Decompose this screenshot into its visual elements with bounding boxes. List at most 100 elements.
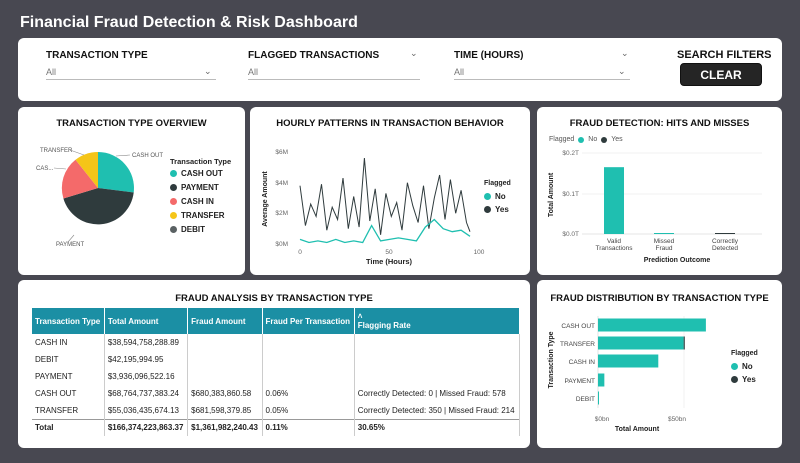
line-chart: $6M $4M $2M $0M 0 50 100 Time (Hours) Av… <box>262 149 485 266</box>
legend-item-transfer[interactable]: TRANSFER <box>170 211 225 220</box>
legend-label: CASH OUT <box>181 169 223 178</box>
pie-label-payment: PAYMENT <box>56 242 84 248</box>
table-row[interactable]: CASH IN $38,594,758,288.89 <box>32 334 521 351</box>
column-header[interactable]: Transaction Type <box>32 308 105 334</box>
column-header-sorted[interactable]: ˄ Flagging Rate <box>354 308 521 334</box>
table-row[interactable]: PAYMENT $3,936,096,522.16 <box>32 368 521 385</box>
column-header-label: Flagging Rate <box>357 321 411 330</box>
bar-missed-fraud-no[interactable] <box>654 233 674 234</box>
legend-dot <box>170 226 177 233</box>
y-tick: CASH OUT <box>561 323 595 330</box>
dist-legend-title: Flagged <box>731 350 758 357</box>
chevron-down-icon[interactable]: ⌄ <box>621 48 629 59</box>
table-cell: Total <box>32 418 105 436</box>
legend-label: Yes <box>495 205 509 214</box>
pie-label-cash-out: CASH OUT <box>132 153 163 159</box>
table-row[interactable]: TRANSFER $55,036,435,674.13 $681,598,379.8… <box>32 402 521 419</box>
y-tick: $0.1T <box>562 191 579 198</box>
legend-dot <box>170 170 177 177</box>
table-cell <box>354 334 521 351</box>
table-cell: TRANSFER <box>32 402 105 419</box>
legend-item-cash-in[interactable]: CASH IN <box>170 197 214 206</box>
table-cell: 0.05% <box>262 402 355 419</box>
x-tick: $50bn <box>668 416 686 423</box>
legend-label: CASH IN <box>181 197 214 206</box>
y-tick: PAYMENT <box>565 378 595 385</box>
legend-item-yes[interactable]: Yes <box>484 205 509 214</box>
line-series-yes[interactable] <box>299 158 471 235</box>
y-axis-label: Average Amount <box>262 171 269 227</box>
table-cell: $55,036,435,674.13 <box>104 402 189 419</box>
table-cell <box>187 334 263 351</box>
transaction-type-filter-label: TRANSACTION TYPE <box>46 50 148 61</box>
bar-valid-transactions-no[interactable] <box>604 167 624 234</box>
table-cell <box>187 351 263 368</box>
bar-cash-in-no[interactable] <box>598 354 659 368</box>
legend-item-yes[interactable]: Yes <box>731 375 756 384</box>
pie-legend-title: Transaction Type <box>170 157 232 166</box>
legend-item-payment[interactable]: PAYMENT <box>170 183 219 192</box>
table-cell: Correctly Detected: 350 | Missed Fraud: … <box>354 402 521 419</box>
legend-item-no[interactable]: No <box>731 362 753 371</box>
x-tick: 50 <box>385 249 393 256</box>
table-cell: $1,361,982,240.43 <box>187 418 263 436</box>
table-cell <box>354 368 521 385</box>
table-cell: DEBIT <box>32 351 105 368</box>
bar-transfer-no[interactable] <box>598 336 684 350</box>
flagged-select[interactable]: All <box>248 67 420 80</box>
table-cell <box>187 368 263 385</box>
legend-label: PAYMENT <box>181 183 219 192</box>
fraud-distribution-panel: FRAUD DISTRIBUTION BY TRANSACTION TYPE $… <box>537 280 782 448</box>
legend-item-debit[interactable]: DEBIT <box>170 225 205 234</box>
pie-slice-cash-out[interactable] <box>98 152 134 193</box>
legend-dot <box>170 212 177 219</box>
chevron-down-icon[interactable]: ⌄ <box>410 48 418 59</box>
x-axis-label: Time (Hours) <box>366 257 413 266</box>
legend-label: DEBIT <box>181 225 205 234</box>
legend-label: TRANSFER <box>181 211 225 220</box>
y-tick: $6M <box>275 149 288 156</box>
bar-cash-out-no[interactable] <box>598 318 706 332</box>
y-tick: $4M <box>275 180 288 187</box>
y-tick: $0M <box>275 241 288 248</box>
table-cell: Correctly Detected: 0 | Missed Fraud: 57… <box>354 385 521 402</box>
time-select[interactable]: All <box>454 67 630 80</box>
table-row[interactable]: DEBIT $42,195,994.95 <box>32 351 521 368</box>
hourly-patterns-panel: HOURLY PATTERNS IN TRANSACTION BEHAVIOR … <box>250 107 530 275</box>
table-cell: 0.11% <box>262 418 355 436</box>
legend-item-no[interactable]: No <box>484 192 506 201</box>
bar-payment-no[interactable] <box>598 373 605 387</box>
hits-bar-chart: $0.2T $0.1T $0.0T Total Amount Predictio… <box>548 150 762 264</box>
legend-item-cash-out[interactable]: CASH OUT <box>170 169 223 178</box>
chevron-down-icon[interactable]: ⌄ <box>204 66 212 77</box>
column-header[interactable]: Fraud Per Transaction <box>262 308 355 334</box>
table-cell: $681,598,379.85 <box>187 402 263 419</box>
table-row[interactable]: CASH OUT $68,764,737,383.24 $680,383,860.5… <box>32 385 521 402</box>
line-legend-title: Flagged <box>484 180 511 187</box>
hits-and-misses-panel: FRAUD DETECTION: HITS AND MISSES Flagged… <box>537 107 782 275</box>
table-cell: CASH OUT <box>32 385 105 402</box>
bar-debit-no[interactable] <box>598 391 599 405</box>
legend-dot <box>731 363 738 370</box>
x-tick: Valid Transactions <box>596 238 634 252</box>
table-cell: $680,383,860.58 <box>187 385 263 402</box>
legend-dot <box>170 184 177 191</box>
pie-label-transfer: TRANSFER <box>40 148 73 154</box>
table-cell: $3,936,096,522.16 <box>104 368 189 385</box>
legend-label: Yes <box>742 375 756 384</box>
transaction-type-select[interactable]: All <box>46 67 216 80</box>
dashboard-title: Financial Fraud Detection & Risk Dashboa… <box>20 14 358 31</box>
transaction-type-overview-panel: TRANSACTION TYPE OVERVIEW CASH OUT TRANS… <box>18 107 245 275</box>
bar-transfer-yes[interactable] <box>683 336 685 350</box>
column-header[interactable]: Total Amount <box>104 308 189 334</box>
chevron-down-icon[interactable]: ⌄ <box>618 66 626 77</box>
y-tick: DEBIT <box>576 396 595 403</box>
clear-button[interactable]: CLEAR <box>680 63 762 86</box>
bar-correctly-detected-yes[interactable] <box>715 233 735 234</box>
x-axis-label: Total Amount <box>615 426 660 433</box>
table-cell <box>354 351 521 368</box>
column-header[interactable]: Fraud Amount <box>187 308 263 334</box>
panel-title: FRAUD ANALYSIS BY TRANSACTION TYPE <box>175 293 373 304</box>
x-tick: 0 <box>298 249 302 256</box>
x-tick: Missed Fraud <box>654 238 675 252</box>
